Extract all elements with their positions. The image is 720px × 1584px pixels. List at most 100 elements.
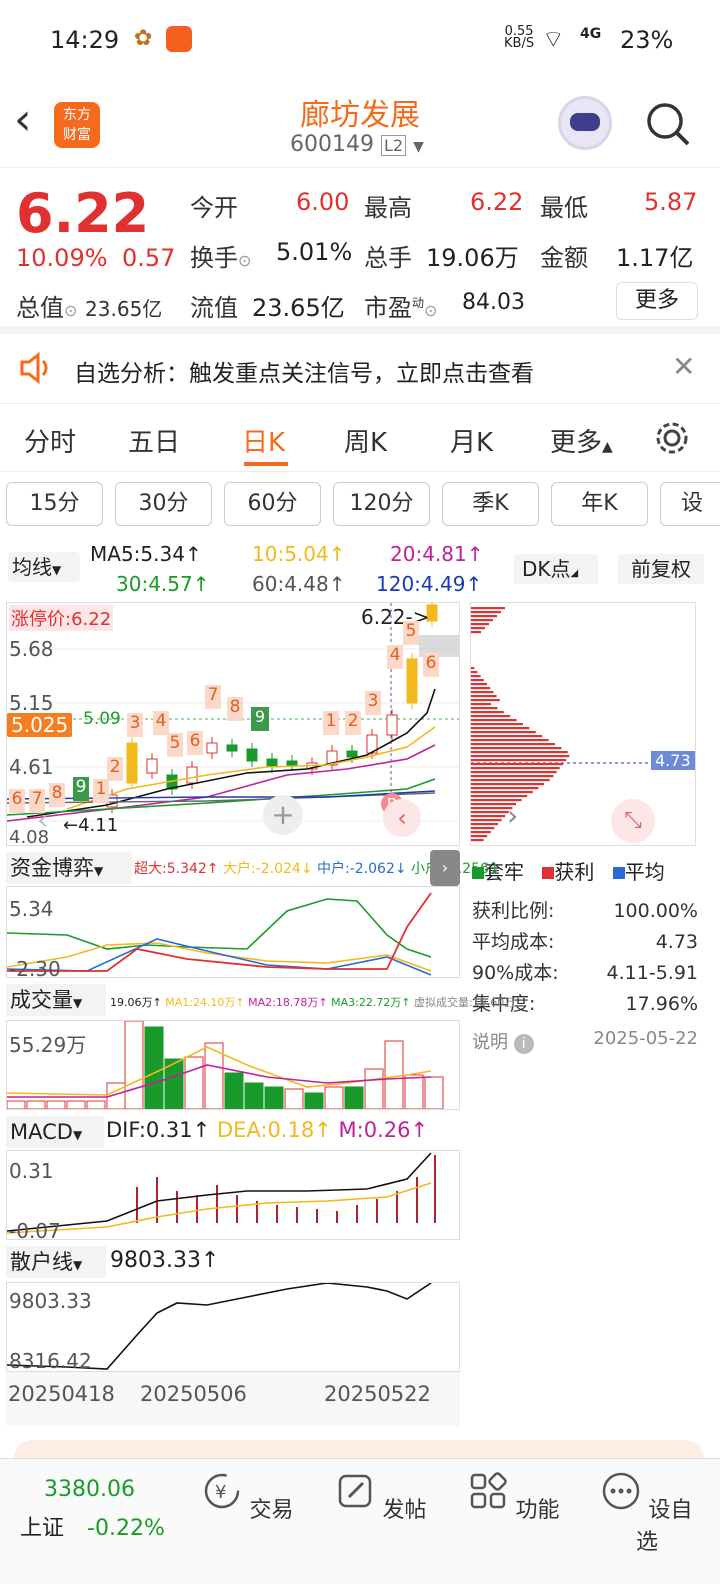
subtab-year-k[interactable]: 年K [551,482,648,526]
chip-bar [471,687,491,690]
index-ticker[interactable]: 3380.06 上证 -0.22% [20,1477,180,1542]
expand-indicators-icon[interactable]: › [430,850,460,886]
chip-next-icon[interactable]: › [507,799,518,832]
pe-value: 84.03 [462,290,525,315]
y-axis-tick: 9803.33 [9,1289,92,1313]
more-button[interactable]: 更多 [616,282,698,320]
nav-trade[interactable]: ¥ 交易 [198,1471,298,1524]
td-count-label: 9 [73,777,89,801]
adjust-mode-button[interactable]: 前复权 [618,554,704,584]
volume-indicator-selector[interactable]: 成交量▼ [6,984,106,1016]
tab-daily-k[interactable]: 日K [242,422,285,459]
td-count-label: 5 [403,621,419,645]
subtab-settings[interactable]: 设置 [660,482,720,526]
chip-bar [471,811,509,814]
banner-text: 自选分析：触发重点关注信号，立即点击查看 [74,361,534,387]
tab-five-day[interactable]: 五日 [128,422,180,459]
volume-bar [66,1100,86,1110]
period-subtabs: 15分 30分 60分 120分 季K 年K 设置 [0,472,720,542]
td-count-label: 8 [49,783,65,807]
chip-bar [471,699,500,702]
y-axis-tick: 5.68 [9,637,54,661]
td-count-label: 2 [345,711,361,735]
analysis-banner[interactable]: 自选分析：触发重点关注信号，立即点击查看 ✕ [0,334,720,404]
close-icon[interactable]: ✕ [672,350,695,383]
stat-avg-cost: 平均成本: 4.73 [472,931,698,953]
volume-panel: 55.29万 [6,1020,460,1110]
ma-selector[interactable]: 均线▼ [8,552,80,582]
expand-icon[interactable]: ⤡ [611,799,655,843]
dk-point-button[interactable]: DK点◢ [514,554,598,584]
battery-level: 23% [620,26,674,54]
scroll-back-icon[interactable]: ‹ [383,799,421,837]
chip-bar [471,787,539,790]
chip-bar [471,719,517,722]
subtab-30min[interactable]: 30分 [115,482,212,526]
trade-icon: ¥ [205,1473,240,1509]
volume-bar [26,1100,46,1110]
stat-90-cost: 90%成本: 4.11-5.91 [472,962,698,984]
y-axis-tick: 55.29万 [9,1033,87,1057]
chip-bar [471,823,498,826]
volume-bar [344,1086,364,1110]
td-count-label: 1 [93,779,109,803]
chip-bar [471,835,488,838]
chip-distribution-panel[interactable]: 4.73 › ⤡ [470,602,696,846]
chip-bar [471,715,511,718]
candle-body [406,658,418,704]
ma20-value: 20:4.81↑ [390,542,484,566]
crosshair-toggle-icon[interactable]: + [263,795,303,835]
chip-bar [471,723,523,726]
capital-indicator-selector[interactable]: 资金博弈▼ [6,852,132,884]
stock-code[interactable]: 600149 L2 ▼ [290,132,424,157]
retail-indicator-selector[interactable]: 散户线▼ [6,1246,106,1278]
subtab-60min[interactable]: 60分 [224,482,321,526]
chip-bar [471,755,570,758]
subtab-120min[interactable]: 120分 [333,482,430,526]
candle-body [226,744,238,752]
volume-bar [384,1040,404,1110]
kline-panel[interactable]: 涨停价:6.22 5.68 5.15 4.61 4.08 5.025 5.09 … [6,602,460,848]
subtab-15min[interactable]: 15分 [6,482,103,526]
chip-bar [471,619,493,622]
volume-value: 19.06万 [426,244,519,272]
nav-post-label: 发帖 [382,1498,427,1523]
y-axis-tick: 0.31 [9,1159,54,1183]
y-axis-tick: 5.15 [9,691,54,715]
turnover-value: 5.01% [276,238,353,266]
volume-bar [424,1076,444,1110]
app-notification-icon: ✿ [134,26,153,51]
settings-gear-icon[interactable] [654,420,690,456]
tab-monthly-k[interactable]: 月K [450,422,493,459]
macd-indicator-selector[interactable]: MACD▼ [6,1116,104,1148]
chip-footer: 说明 i 2025-05-22 [472,1028,698,1054]
volume-bar [46,1100,66,1110]
volume-legend: 19.06万↑ MA1:24.10万↑ MA2:18.78万↑ MA3:22.7… [110,996,516,1009]
line-price-tag: 5.09 [83,709,121,729]
nav-add-watchlist[interactable]: 设自选 [597,1471,697,1556]
chip-bar [471,667,475,670]
volume-bar [244,1082,264,1110]
candle-body [246,748,258,762]
ma60-value: 60:4.48↑ [252,572,346,596]
chip-bar [471,675,481,678]
tab-weekly-k[interactable]: 周K [344,422,387,459]
candle-body [206,742,218,754]
td-count-label: 7 [205,685,221,709]
nav-functions[interactable]: 功能 [464,1471,564,1524]
subtab-quarter-k[interactable]: 季K [442,482,539,526]
chip-bar [471,679,484,682]
search-icon[interactable] [644,100,692,148]
tab-intraday[interactable]: 分时 [24,422,76,459]
tab-more[interactable]: 更多▲ [550,422,613,459]
info-link[interactable]: 说明 i [472,1028,534,1054]
retail-value: 9803.33↑ [110,1248,220,1273]
volume-bar [364,1068,384,1110]
assistant-robot-icon[interactable] [558,96,612,150]
edit-icon [339,1474,372,1508]
scroll-left-icon[interactable]: ‹ [37,803,48,836]
nav-post[interactable]: 发帖 [331,1471,431,1524]
candle-body [346,750,358,758]
info-icon: i [513,1034,534,1054]
last-price: 6.22 [16,182,150,245]
